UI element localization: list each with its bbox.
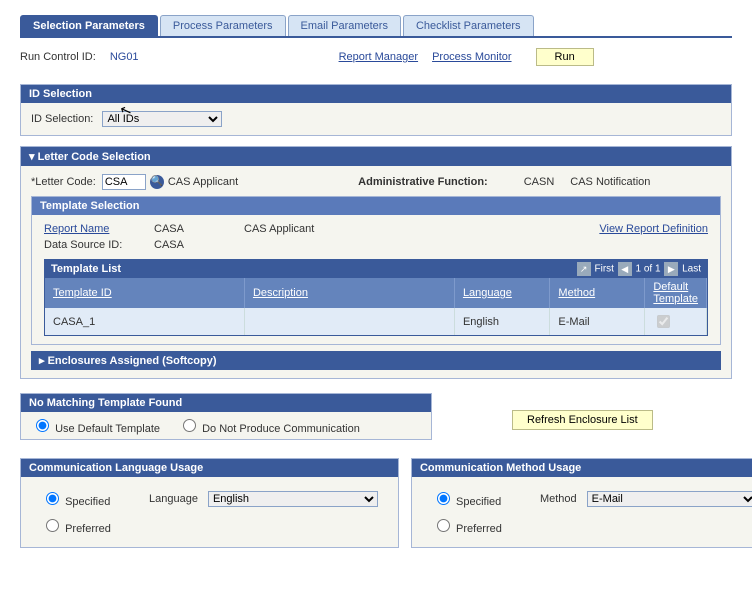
report-name-value: CASA [154,223,244,235]
cell-template-id: CASA_1 [45,308,244,335]
lang-preferred-text: Preferred [65,523,111,535]
process-monitor-link[interactable]: Process Monitor [432,51,511,63]
data-source-value: CASA [154,239,184,251]
template-list-table: Template ID Description Language Method … [45,278,707,335]
report-name-desc: CAS Applicant [244,223,599,235]
no-matching-header: No Matching Template Found [21,394,431,412]
tab-checklist-parameters[interactable]: Checklist Parameters [403,15,534,36]
admin-function-desc: CAS Notification [570,176,650,188]
do-not-produce-text: Do Not Produce Communication [202,423,360,435]
tab-process-parameters[interactable]: Process Parameters [160,15,286,36]
language-usage-section: Communication Language Usage Specified L… [20,458,399,548]
run-control-label: Run Control ID: [20,51,96,63]
refresh-enclosure-button[interactable]: Refresh Enclosure List [512,410,653,430]
nav-first[interactable]: First [594,264,613,275]
lang-preferred-radio[interactable] [46,519,59,532]
cell-language: English [454,308,549,335]
language-label: Language [149,493,198,505]
col-description[interactable]: Description [244,278,454,308]
method-specified-label[interactable]: Specified [432,489,522,508]
next-icon[interactable]: ▶ [664,262,678,276]
run-control-row: Run Control ID: NG01 Report Manager Proc… [20,48,732,66]
tab-strip: Selection Parameters Process Parameters … [20,15,732,38]
personalize-icon[interactable]: ↗ [577,262,591,276]
cell-description [244,308,454,335]
use-default-radio[interactable] [36,419,49,432]
language-select[interactable]: English [208,491,378,507]
language-usage-header: Communication Language Usage [21,459,398,477]
template-selection-box: Template Selection Report Name CASA CAS … [31,196,721,345]
id-selection-label: ID Selection: [31,113,93,125]
do-not-produce-radio-label[interactable]: Do Not Produce Communication [178,416,360,435]
report-name-link[interactable]: Report Name [44,223,154,235]
nav-last[interactable]: Last [682,264,701,275]
enclosures-header-text: Enclosures Assigned (Softcopy) [48,355,217,367]
col-method[interactable]: Method [550,278,645,308]
letter-code-section: ▾ Letter Code Selection *Letter Code: 🔍 … [20,146,732,379]
lookup-icon[interactable]: 🔍 [150,175,164,189]
enclosures-header[interactable]: ▸ Enclosures Assigned (Softcopy) [31,351,721,370]
run-button[interactable]: Run [536,48,594,66]
method-usage-section: Communication Method Usage Specified Met… [411,458,752,548]
col-template-id[interactable]: Template ID [45,278,244,308]
view-report-definition-link[interactable]: View Report Definition [599,223,708,235]
run-control-value: NG01 [110,51,139,63]
method-preferred-text: Preferred [456,523,502,535]
method-specified-radio[interactable] [437,492,450,505]
report-manager-link[interactable]: Report Manager [339,51,419,63]
table-row[interactable]: CASA_1 English E-Mail [45,308,707,335]
use-default-radio-label[interactable]: Use Default Template [31,416,160,435]
col-language[interactable]: Language [454,278,549,308]
letter-code-header-text: Letter Code Selection [38,151,151,163]
lang-specified-label[interactable]: Specified [41,489,131,508]
default-template-checkbox [657,315,670,328]
cell-method: E-Mail [550,308,645,335]
method-usage-header: Communication Method Usage [412,459,752,477]
admin-function-value: CASN [524,176,555,188]
method-preferred-radio[interactable] [437,519,450,532]
data-source-label: Data Source ID: [44,239,154,251]
lang-specified-radio[interactable] [46,492,59,505]
nav-count: 1 of 1 [636,264,661,275]
template-selection-header: Template Selection [32,197,720,215]
no-matching-section: No Matching Template Found Use Default T… [20,393,432,440]
method-select[interactable]: E-Mail [587,491,752,507]
letter-code-header[interactable]: ▾ Letter Code Selection [21,147,731,166]
lang-preferred-label[interactable]: Preferred [41,516,111,535]
use-default-text: Use Default Template [55,423,160,435]
template-list-nav: ↗ First ◀ 1 of 1 ▶ Last [576,262,701,276]
col-default[interactable]: Default Template [645,278,707,308]
cell-default [645,308,707,335]
template-list-header: Template List ↗ First ◀ 1 of 1 ▶ Last [45,260,707,278]
letter-code-input[interactable] [102,174,146,190]
method-specified-text: Specified [456,496,501,508]
letter-code-desc: CAS Applicant [168,176,238,188]
template-list-title: Template List [51,263,121,275]
lang-specified-text: Specified [65,496,110,508]
method-preferred-label[interactable]: Preferred [432,516,502,535]
tab-email-parameters[interactable]: Email Parameters [288,15,401,36]
do-not-produce-radio[interactable] [183,419,196,432]
letter-code-label: *Letter Code: [31,176,96,188]
tab-selection-parameters[interactable]: Selection Parameters [20,15,158,36]
prev-icon[interactable]: ◀ [618,262,632,276]
admin-function-label: Administrative Function: [358,176,488,188]
method-label: Method [540,493,577,505]
